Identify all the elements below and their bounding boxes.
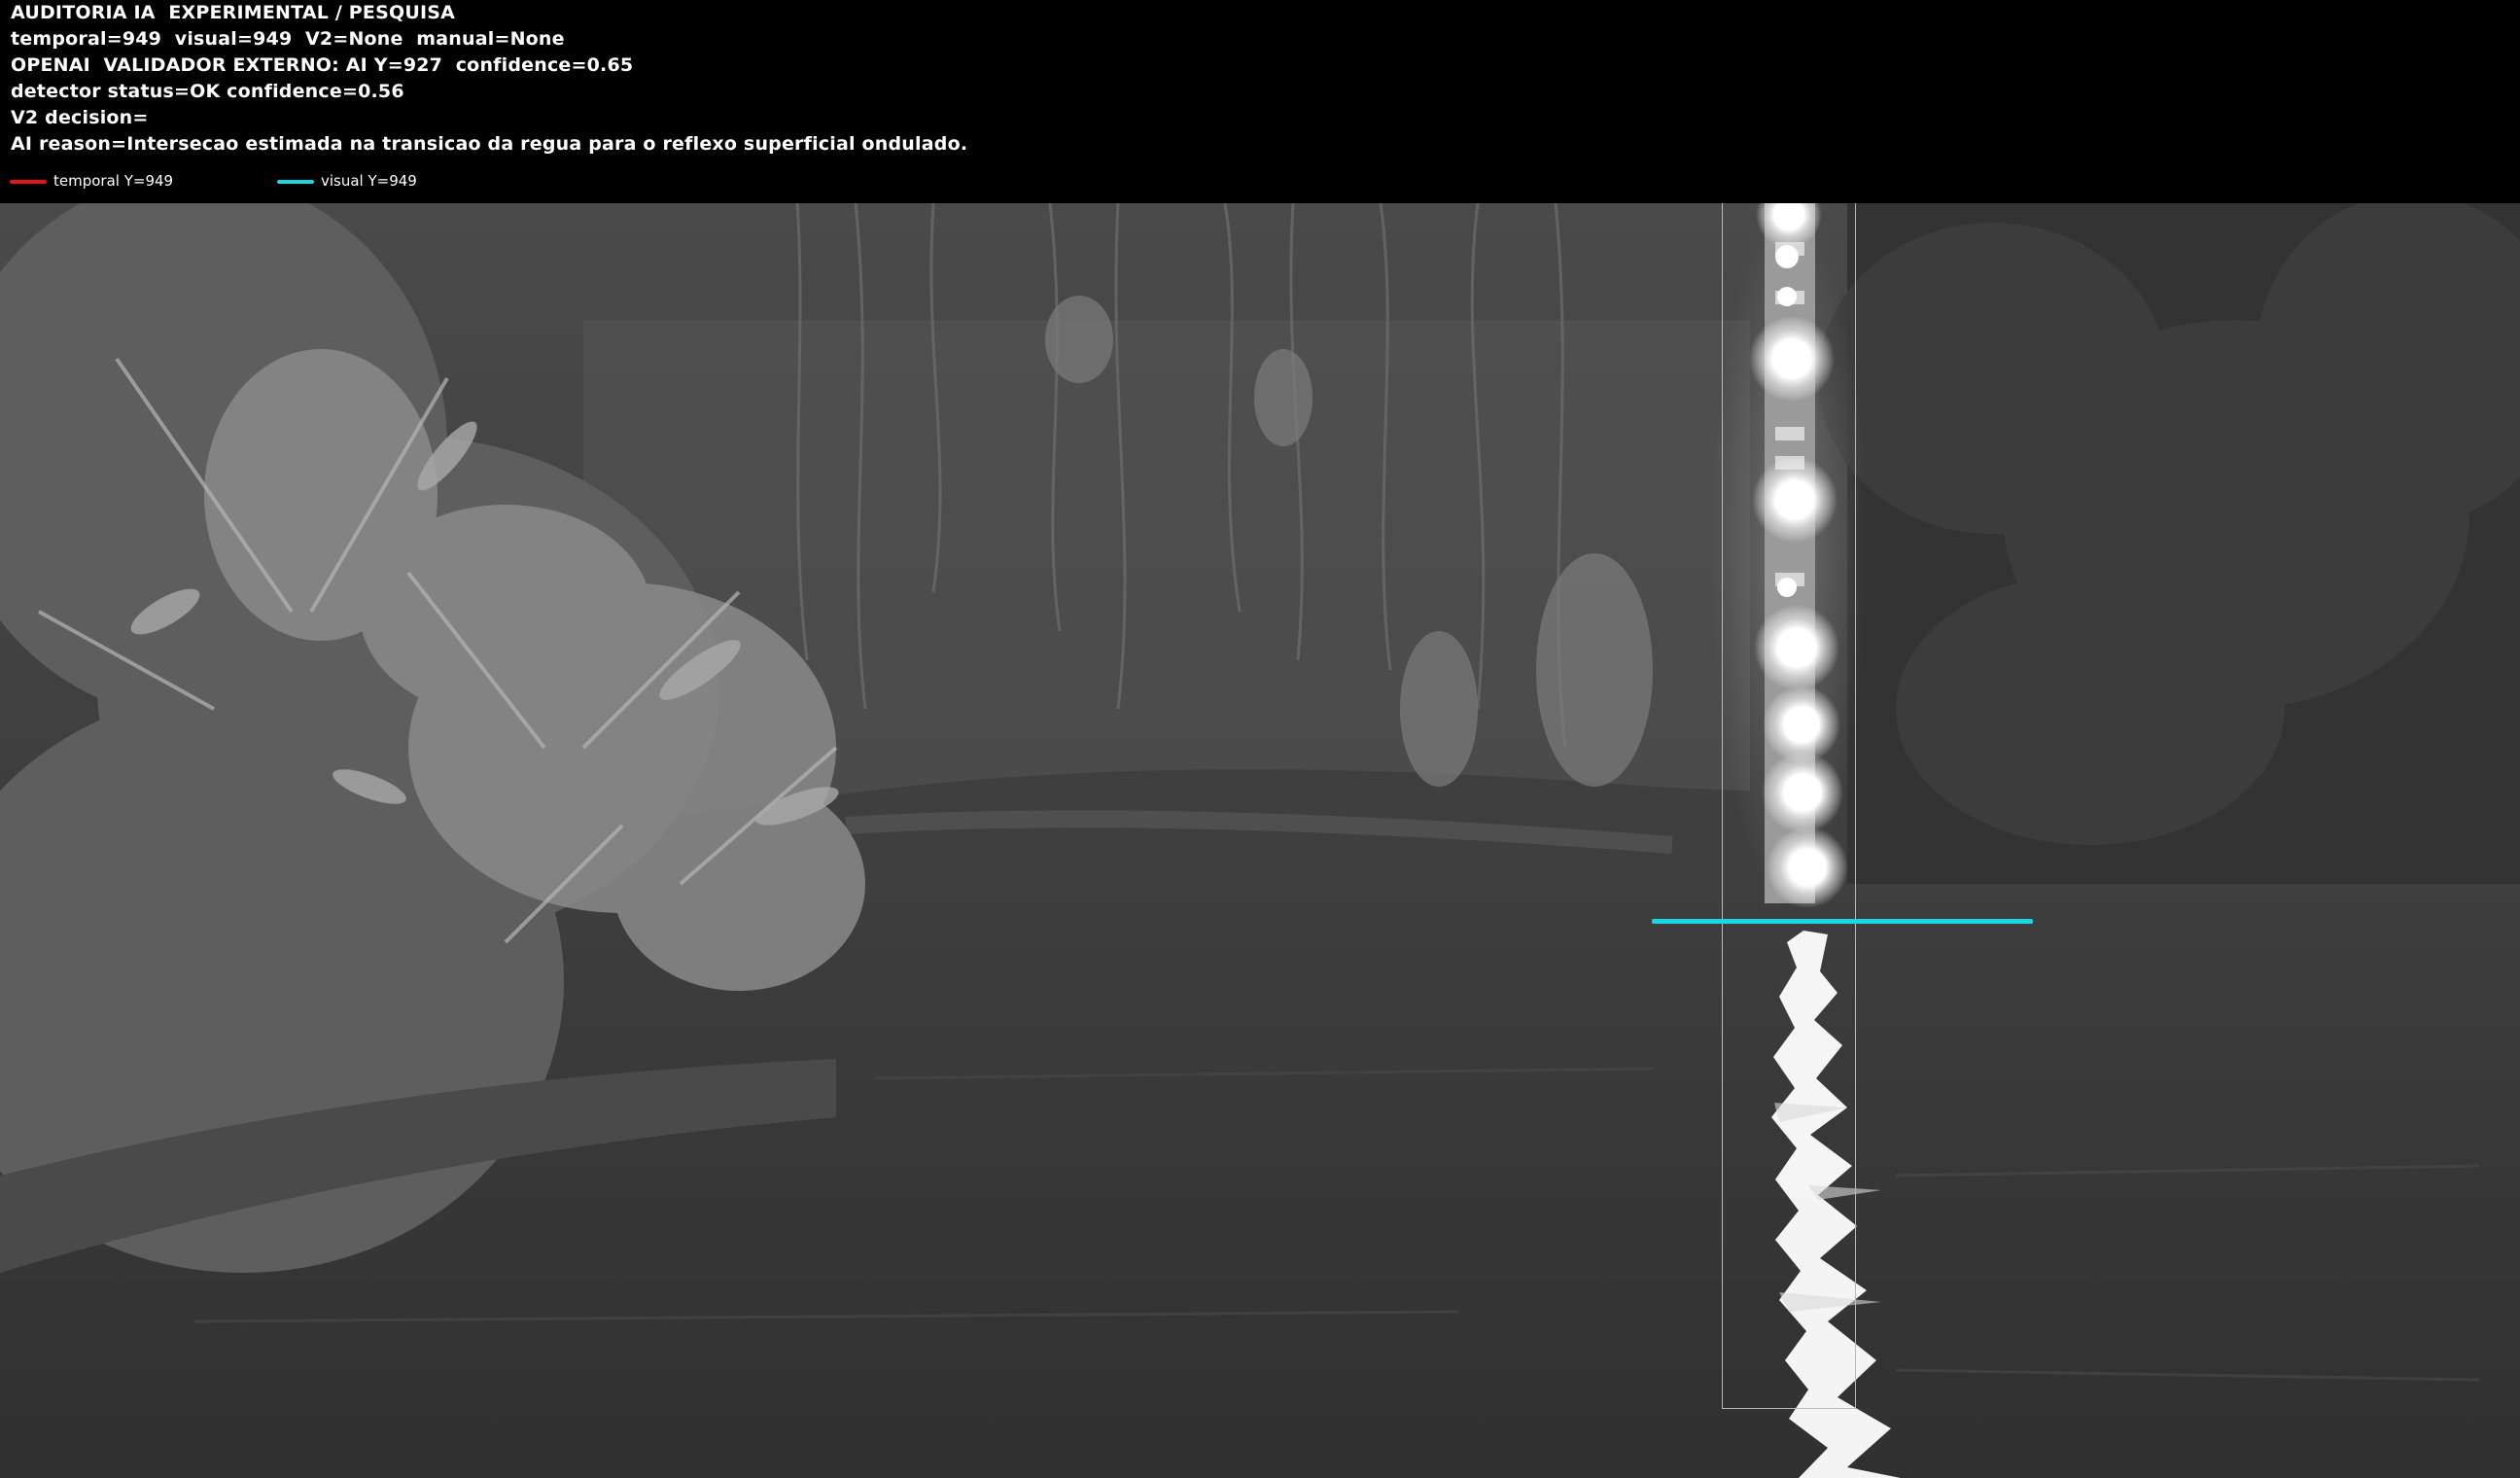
visual-level-line (1652, 919, 2033, 924)
legend-temporal-swatch (10, 180, 47, 184)
estimates-line: temporal=949 visual=949 V2=None manual=N… (11, 28, 565, 50)
camera-frame (0, 203, 2520, 1478)
detector-status-line: detector status=OK confidence=0.56 (11, 81, 404, 102)
legend-visual-label: visual Y=949 (321, 172, 417, 190)
openai-validator-line: OPENAI VALIDADOR EXTERNO: AI Y=927 confi… (11, 54, 634, 76)
audit-header: AUDITORIA IA EXPERIMENTAL / PESQUISA tem… (0, 0, 2520, 203)
legend-visual-swatch (277, 180, 314, 184)
v2-decision-line: V2 decision= (11, 107, 149, 128)
legend-temporal-label: temporal Y=949 (53, 172, 174, 190)
title-line: AUDITORIA IA EXPERIMENTAL / PESQUISA (11, 2, 456, 23)
ai-reason-line: AI reason=Intersecao estimada na transic… (11, 133, 968, 155)
gauge-roi-box (1722, 203, 1856, 1409)
night-river-scene (0, 203, 2520, 1478)
